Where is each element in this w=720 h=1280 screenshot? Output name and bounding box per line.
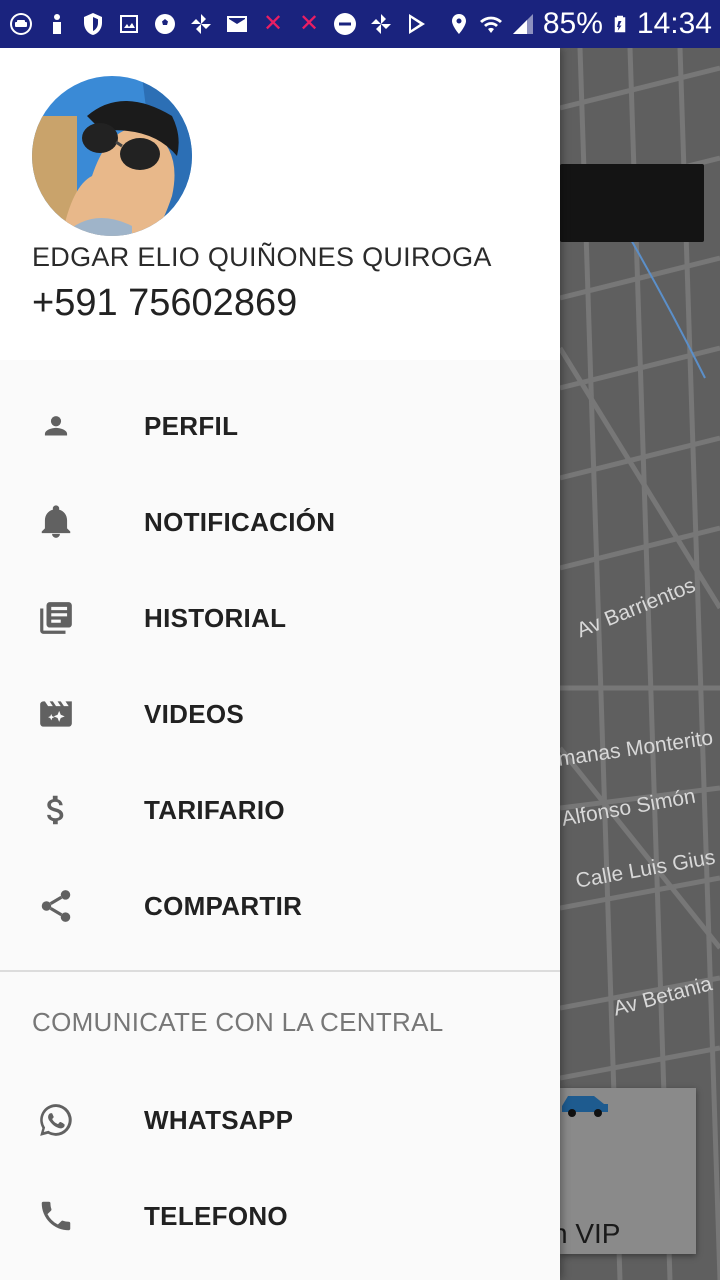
pinwheel-icon	[188, 11, 214, 37]
menu-item-tarifario[interactable]: TARIFARIO	[0, 762, 560, 858]
navigation-drawer: EDGAR ELIO QUIÑONES QUIROGA +591 7560286…	[0, 48, 560, 1280]
car-icon	[562, 1096, 608, 1117]
avatar[interactable]	[32, 76, 192, 236]
history-icon	[36, 598, 76, 638]
menu-item-notificacion[interactable]: NOTIFICACIÓN	[0, 474, 560, 570]
menu-item-historial[interactable]: HISTORIAL	[0, 570, 560, 666]
close-x-icon: ✕	[298, 10, 320, 37]
vehicle-card[interactable]: n VIP	[560, 1088, 696, 1254]
menu-label: WHATSAPP	[144, 1104, 294, 1135]
whatsapp-icon	[36, 1100, 76, 1140]
wifi-icon	[479, 16, 502, 33]
map-view[interactable]: Av Barrientos manas Monterito Alfonso Si…	[560, 48, 720, 1280]
mail-icon	[224, 11, 250, 37]
dollar-icon	[36, 790, 76, 830]
drawer-header: EDGAR ELIO QUIÑONES QUIROGA +591 7560286…	[0, 48, 560, 360]
notification-icons: ✕ ✕	[8, 11, 430, 37]
bell-icon	[36, 502, 76, 542]
menu-label: PERFIL	[144, 410, 239, 441]
image-icon	[116, 11, 142, 37]
person-icon	[36, 406, 76, 446]
share-icon	[36, 886, 76, 926]
menu-label: NOTIFICACIÓN	[144, 506, 336, 537]
do-not-disturb-icon	[332, 11, 358, 37]
menu-item-telefono[interactable]: TELEFONO	[0, 1168, 560, 1264]
play-store-icon	[404, 11, 430, 37]
vehicle-card-label: n VIP	[560, 1218, 621, 1249]
menu-label: COMPARTIR	[144, 890, 303, 921]
close-x-icon: ✕	[262, 10, 284, 37]
drawer-menu: PERFIL NOTIFICACIÓN HISTORIAL VIDEOS TAR…	[0, 378, 560, 1264]
battery-icon	[614, 15, 626, 33]
shield-icon	[80, 11, 106, 37]
user-phone: +591 75602869	[32, 282, 298, 324]
clock: 14:34	[636, 7, 712, 40]
location-icon	[451, 14, 466, 34]
menu-label: TELEFONO	[144, 1200, 288, 1231]
menu-label: HISTORIAL	[144, 602, 287, 633]
battery-percent: 85%	[542, 7, 603, 40]
menu-item-compartir[interactable]: COMPARTIR	[0, 858, 560, 954]
signal-icon	[512, 14, 533, 34]
menu-item-perfil[interactable]: PERFIL	[0, 378, 560, 474]
status-right: 85% 14:34	[447, 7, 712, 41]
menu-label: VIDEOS	[144, 698, 245, 729]
person-icon	[44, 11, 70, 37]
section-title: COMUNICATE CON LA CENTRAL	[32, 1006, 444, 1037]
status-bar: ✕ ✕ 85% 14:34	[0, 0, 720, 48]
pinwheel-icon	[368, 11, 394, 37]
menu-label: TARIFARIO	[144, 794, 285, 825]
soccer-icon	[152, 11, 178, 37]
phone-icon	[36, 1196, 76, 1236]
menu-item-videos[interactable]: VIDEOS	[0, 666, 560, 762]
map-search-bar[interactable]	[560, 164, 704, 242]
menu-item-whatsapp[interactable]: WHATSAPP	[0, 1072, 560, 1168]
user-name: EDGAR ELIO QUIÑONES QUIROGA	[32, 242, 492, 272]
car-app-icon	[8, 11, 34, 37]
video-icon	[36, 694, 76, 734]
